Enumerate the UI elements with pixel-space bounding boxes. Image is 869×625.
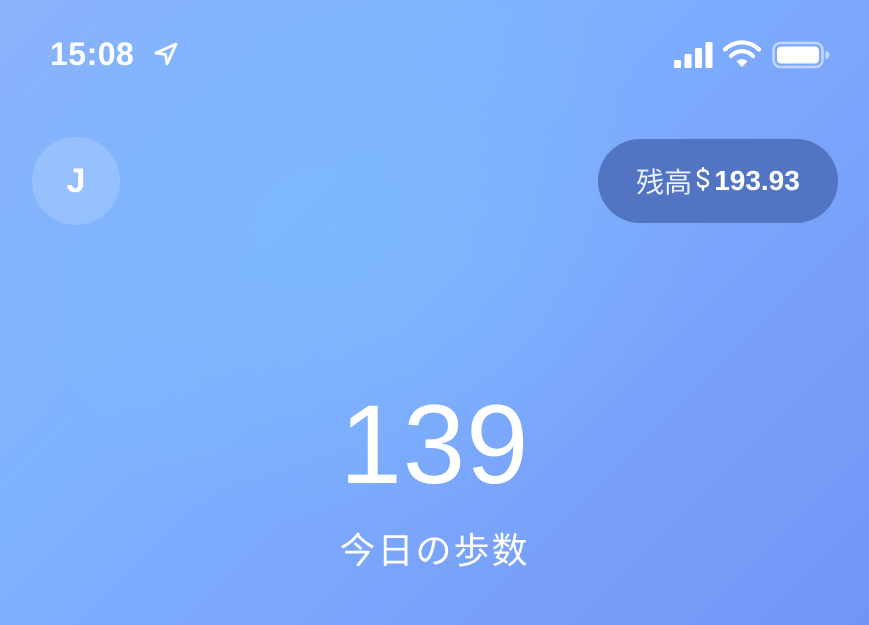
- balance-value: 193.93: [714, 165, 800, 196]
- cellular-signal-icon: [674, 42, 713, 68]
- balance-badge[interactable]: 残高 193.93: [598, 139, 838, 223]
- avatar-initial: J: [66, 161, 86, 200]
- location-arrow-icon: [154, 42, 178, 66]
- steps-count: 139: [339, 382, 530, 507]
- currency-icon: [696, 166, 710, 192]
- status-bar: 15:08: [0, 0, 869, 110]
- battery-icon: [772, 41, 830, 69]
- balance-label: 残高: [636, 167, 693, 198]
- steps-label: 今日の歩数: [339, 530, 530, 571]
- wifi-icon: [723, 40, 761, 67]
- avatar[interactable]: J: [32, 137, 120, 225]
- status-time: 15:08: [50, 36, 135, 72]
